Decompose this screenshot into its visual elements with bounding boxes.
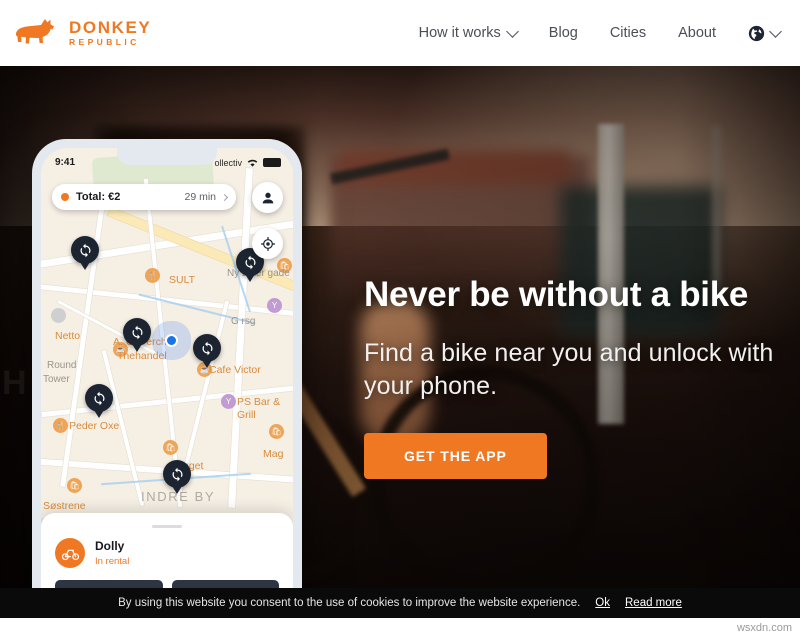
main-navigation: How it works Blog Cities About — [418, 24, 782, 42]
bike-pin[interactable] — [193, 334, 221, 362]
wifi-icon — [247, 159, 258, 167]
status-carrier: ollectiv — [214, 157, 242, 168]
poi-shop-icon: 🛍 — [269, 424, 284, 439]
rental-total-bar[interactable]: Total: €2 29 min — [52, 184, 236, 210]
poi-bar-icon: Y — [221, 394, 236, 409]
return-icon — [132, 325, 142, 339]
nav-label: About — [678, 25, 716, 41]
bike-pin[interactable] — [85, 384, 113, 412]
map-label: Netto — [55, 330, 81, 342]
map-label: Tower — [43, 374, 70, 385]
crosshair-icon — [260, 236, 275, 251]
phone-mockup: 🍴 ☕ ☕ Y 🍴 🛍 🛍 🛍 Y 🛍 SULT Netto Round Tower A… — [32, 139, 302, 635]
globe-icon — [748, 25, 765, 41]
map-label: Cafe Victor — [209, 364, 261, 376]
poi-shop-icon: 🛍 — [67, 478, 82, 493]
map-label: G rsg — [231, 316, 256, 327]
bicycle-glyph-icon — [61, 549, 79, 560]
return-icon — [172, 467, 182, 481]
background-ghost-text: H — [2, 364, 28, 402]
hero-copy: Never be without a bike Find a bike near… — [364, 275, 794, 479]
phone-screen: 🍴 ☕ ☕ Y 🍴 🛍 🛍 🛍 Y 🛍 SULT Netto Round Tower A… — [41, 148, 293, 635]
sheet-grab-handle[interactable] — [152, 525, 182, 528]
profile-button[interactable] — [252, 182, 283, 213]
map-label: Round — [47, 360, 77, 371]
return-icon — [245, 255, 255, 269]
watermark: wsxdn.com — [736, 622, 792, 634]
chevron-down-icon — [769, 24, 782, 38]
site-header: DONKEY REPUBLIC How it works Blog Cities… — [0, 0, 800, 66]
nav-item-cities[interactable]: Cities — [610, 25, 646, 41]
total-duration: 29 min — [184, 191, 216, 203]
phone-notch — [117, 148, 217, 165]
chevron-right-icon — [220, 193, 229, 201]
bike-pin[interactable] — [123, 318, 151, 346]
map-label: SULT — [169, 274, 196, 286]
bike-status: In rental — [95, 555, 130, 567]
nav-label: How it works — [418, 25, 501, 41]
locate-button[interactable] — [252, 228, 283, 259]
return-icon — [94, 391, 104, 405]
nav-item-blog[interactable]: Blog — [549, 25, 578, 41]
map-label: Grill — [237, 409, 256, 421]
donkey-icon — [15, 19, 54, 44]
nav-item-how-it-works[interactable]: How it works — [418, 24, 519, 41]
chevron-down-icon — [505, 24, 519, 38]
nav-item-about[interactable]: About — [678, 25, 716, 41]
hero-subtitle: Find a bike near you and unlock with you… — [364, 338, 774, 400]
status-dot-icon — [61, 193, 69, 201]
bike-summary-row: Dolly In rental — [55, 538, 279, 568]
site-logo[interactable]: DONKEY REPUBLIC — [14, 16, 151, 50]
battery-icon — [263, 158, 281, 167]
bicycle-icon — [55, 538, 85, 568]
status-time: 9:41 — [55, 157, 76, 168]
user-location-dot — [165, 334, 178, 347]
poi-generic-icon — [51, 308, 66, 323]
poi-restaurant-icon: 🍴 — [53, 418, 68, 433]
cookie-consent-bar: By using this website you consent to the… — [0, 588, 800, 618]
bottom-strip — [0, 618, 800, 635]
nav-label: Blog — [548, 25, 578, 41]
return-icon — [80, 243, 90, 257]
get-the-app-button[interactable]: GET THE APP — [364, 432, 547, 479]
cookie-read-more-link[interactable]: Read more — [625, 597, 682, 609]
bike-pin[interactable] — [71, 236, 99, 264]
bike-pin[interactable] — [163, 460, 191, 488]
page-title: Never be without a bike — [364, 275, 749, 314]
language-selector[interactable] — [748, 24, 782, 42]
cookie-ok-link[interactable]: Ok — [595, 597, 610, 609]
poi-shop-icon: 🛍 — [163, 440, 178, 455]
map-label: Søstrene — [43, 500, 86, 512]
cookie-message: By using this website you consent to the… — [118, 597, 581, 609]
map-label: PS Bar & — [237, 396, 281, 408]
map-label: Mag — [263, 448, 284, 460]
hero-section: H Never be without a bike Find a bike ne… — [0, 66, 800, 635]
map-label: Peder Oxe — [69, 420, 120, 432]
nav-label: Cities — [609, 25, 647, 41]
total-label: Total: €2 — [76, 191, 121, 203]
bike-name: Dolly — [95, 539, 125, 554]
person-icon — [262, 192, 273, 203]
logo-subtitle: REPUBLIC — [69, 37, 140, 48]
return-icon — [202, 341, 212, 355]
logo-title: DONKEY — [69, 18, 152, 38]
poi-restaurant-icon: 🍴 — [145, 268, 160, 283]
poi-bar-icon: Y — [267, 298, 282, 313]
